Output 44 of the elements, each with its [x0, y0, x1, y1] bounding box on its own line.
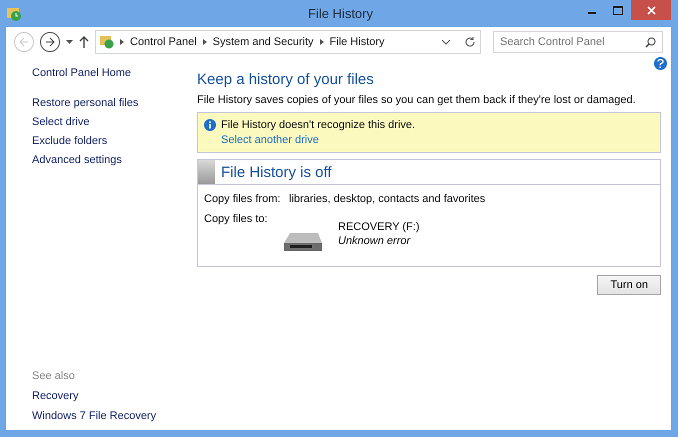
chevron-icon	[202, 39, 207, 45]
turn-on-button[interactable]: Turn on	[597, 275, 661, 295]
status-title: File History is off	[221, 164, 332, 180]
copy-from-value: libraries, desktop, contacts and favorites	[289, 193, 486, 205]
folder-icon	[100, 35, 114, 49]
help-icon[interactable]	[654, 57, 667, 70]
see-also-heading: See also	[32, 370, 76, 382]
select-drive-link[interactable]: Select another drive	[221, 134, 416, 146]
close-button[interactable]	[631, 0, 671, 20]
dropdown-icon[interactable]	[66, 40, 73, 44]
breadcrumb-item[interactable]: System and Security	[212, 36, 314, 48]
sidebar-link[interactable]: Exclude folders	[32, 135, 190, 147]
forward-button[interactable]	[40, 32, 60, 52]
page-heading: Keep a history of your files	[197, 71, 375, 88]
status-indicator	[198, 160, 215, 184]
sidebar-link[interactable]: Advanced settings	[32, 154, 190, 166]
chevron-icon	[120, 39, 124, 45]
close-icon	[646, 6, 656, 14]
search-field[interactable]: Search Control Panel	[493, 31, 663, 53]
window-title: File History	[306, 6, 374, 21]
description-text: File History saves copies of your files so you can get them back if they're lost or damaged.	[197, 94, 637, 106]
search-icon	[645, 37, 656, 48]
breadcrumb-item[interactable]: Control Panel	[130, 36, 197, 48]
copy-from-label: Copy files from:	[204, 193, 282, 205]
back-arrow-icon	[19, 37, 29, 47]
chevron-icon	[320, 39, 324, 45]
info-icon	[204, 119, 216, 131]
sidebar-link[interactable]: Control Panel Home	[32, 67, 190, 79]
sidebar-link[interactable]: Select drive	[32, 116, 190, 128]
app-icon	[6, 6, 22, 22]
drive-name: RECOVERY (F:)	[338, 221, 420, 233]
dropdown-icon[interactable]	[442, 40, 450, 44]
up-arrow-icon[interactable]	[79, 36, 89, 48]
see-also-link[interactable]: Recovery	[32, 390, 190, 402]
see-also-link[interactable]: Windows 7 File Recovery	[32, 410, 190, 422]
drive-status: Unknown error	[338, 235, 412, 247]
address-bar[interactable]: Control Panel System and Security File History	[95, 30, 481, 54]
maximize-icon	[613, 6, 623, 14]
forward-arrow-icon	[45, 37, 55, 47]
breadcrumb-item[interactable]: File History	[330, 36, 385, 48]
notice-message: File History doesn't recognize this drive.	[221, 119, 416, 131]
sidebar-link[interactable]: Restore personal files	[32, 97, 190, 109]
copy-to-label: Copy files to:	[204, 213, 269, 225]
refresh-icon[interactable]	[464, 36, 476, 48]
